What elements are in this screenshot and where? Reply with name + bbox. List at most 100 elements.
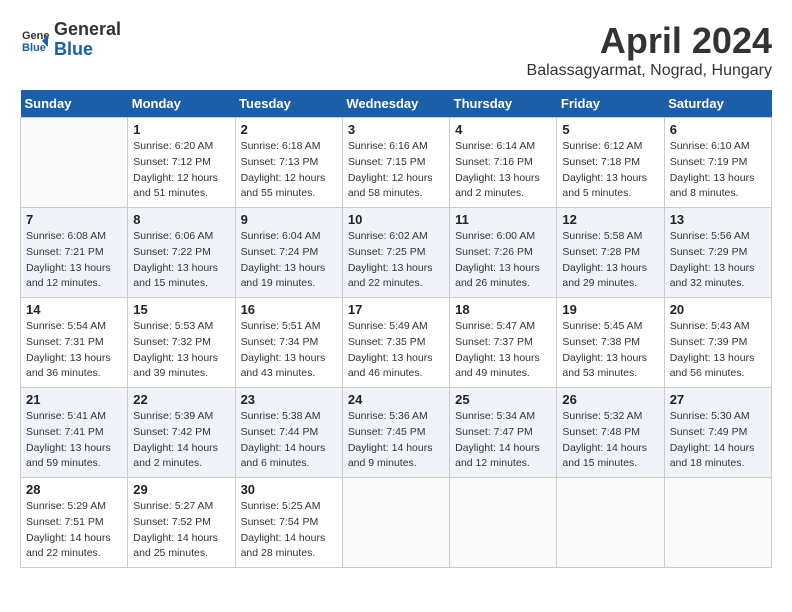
day-number: 30 [241,482,337,497]
day-info: Sunrise: 6:08 AMSunset: 7:21 PMDaylight:… [26,229,122,292]
day-number: 23 [241,392,337,407]
calendar-cell: 28 Sunrise: 5:29 AMSunset: 7:51 PMDayligh… [21,478,128,568]
day-number: 12 [562,212,658,227]
day-number: 10 [348,212,444,227]
day-info: Sunrise: 5:30 AMSunset: 7:49 PMDaylight:… [670,409,766,472]
day-info: Sunrise: 5:34 AMSunset: 7:47 PMDaylight:… [455,409,551,472]
day-number: 13 [670,212,766,227]
day-info: Sunrise: 5:36 AMSunset: 7:45 PMDaylight:… [348,409,444,472]
weekday-header-friday: Friday [557,90,664,118]
svg-text:Blue: Blue [22,42,46,54]
day-info: Sunrise: 5:47 AMSunset: 7:37 PMDaylight:… [455,319,551,382]
day-info: Sunrise: 5:49 AMSunset: 7:35 PMDaylight:… [348,319,444,382]
day-info: Sunrise: 5:53 AMSunset: 7:32 PMDaylight:… [133,319,229,382]
calendar-cell: 11 Sunrise: 6:00 AMSunset: 7:26 PMDayligh… [450,208,557,298]
day-info: Sunrise: 5:41 AMSunset: 7:41 PMDaylight:… [26,409,122,472]
day-number: 9 [241,212,337,227]
calendar-cell: 10 Sunrise: 6:02 AMSunset: 7:25 PMDayligh… [342,208,449,298]
weekday-header-sunday: Sunday [21,90,128,118]
day-number: 24 [348,392,444,407]
day-number: 17 [348,302,444,317]
calendar-cell: 16 Sunrise: 5:51 AMSunset: 7:34 PMDayligh… [235,298,342,388]
week-row-3: 14Sunrise: 5:54 AMSunset: 7:31 PMDayligh… [21,298,772,388]
day-number: 19 [562,302,658,317]
main-title: April 2024 [527,20,772,62]
calendar-cell: 12 Sunrise: 5:58 AMSunset: 7:28 PMDayligh… [557,208,664,298]
week-row-4: 21 Sunrise: 5:41 AMSunset: 7:41 PMDayligh… [21,388,772,478]
calendar-cell: 3Sunrise: 6:16 AMSunset: 7:15 PMDaylight… [342,118,449,208]
weekday-header-monday: Monday [128,90,235,118]
day-number: 29 [133,482,229,497]
calendar-cell: 8Sunrise: 6:06 AMSunset: 7:22 PMDaylight… [128,208,235,298]
calendar-cell: 9 Sunrise: 6:04 AMSunset: 7:24 PMDaylight… [235,208,342,298]
logo-general-text: General [54,20,121,40]
day-info: Sunrise: 6:06 AMSunset: 7:22 PMDaylight:… [133,229,229,292]
day-info: Sunrise: 6:00 AMSunset: 7:26 PMDaylight:… [455,229,551,292]
calendar-cell: 4 Sunrise: 6:14 AMSunset: 7:16 PMDaylight… [450,118,557,208]
day-number: 5 [562,122,658,137]
page-header: General Blue General Blue April 2024 Bal… [20,20,772,80]
weekday-header-row: SundayMondayTuesdayWednesdayThursdayFrid… [21,90,772,118]
day-number: 11 [455,212,551,227]
weekday-header-thursday: Thursday [450,90,557,118]
day-number: 4 [455,122,551,137]
day-number: 7 [26,212,122,227]
calendar-cell [450,478,557,568]
logo-blue-text: Blue [54,40,121,60]
day-info: Sunrise: 5:32 AMSunset: 7:48 PMDaylight:… [562,409,658,472]
calendar-cell [21,118,128,208]
day-info: Sunrise: 6:14 AMSunset: 7:16 PMDaylight:… [455,139,551,202]
day-number: 16 [241,302,337,317]
day-number: 28 [26,482,122,497]
day-number: 15 [133,302,229,317]
day-info: Sunrise: 5:51 AMSunset: 7:34 PMDaylight:… [241,319,337,382]
day-info: Sunrise: 5:29 AMSunset: 7:51 PMDaylight:… [26,499,122,562]
day-info: Sunrise: 6:18 AMSunset: 7:13 PMDaylight:… [241,139,337,202]
day-info: Sunrise: 6:12 AMSunset: 7:18 PMDaylight:… [562,139,658,202]
calendar-cell [664,478,771,568]
calendar-cell [342,478,449,568]
calendar-cell: 1Sunrise: 6:20 AMSunset: 7:12 PMDaylight… [128,118,235,208]
day-info: Sunrise: 5:58 AMSunset: 7:28 PMDaylight:… [562,229,658,292]
day-number: 6 [670,122,766,137]
title-section: April 2024 Balassagyarmat, Nograd, Hunga… [527,20,772,80]
calendar-cell: 17 Sunrise: 5:49 AMSunset: 7:35 PMDayligh… [342,298,449,388]
calendar-cell: 26 Sunrise: 5:32 AMSunset: 7:48 PMDayligh… [557,388,664,478]
week-row-2: 7 Sunrise: 6:08 AMSunset: 7:21 PMDaylight… [21,208,772,298]
calendar-cell: 15 Sunrise: 5:53 AMSunset: 7:32 PMDayligh… [128,298,235,388]
week-row-1: 1Sunrise: 6:20 AMSunset: 7:12 PMDaylight… [21,118,772,208]
day-number: 14 [26,302,122,317]
day-number: 25 [455,392,551,407]
day-info: Sunrise: 5:45 AMSunset: 7:38 PMDaylight:… [562,319,658,382]
day-number: 26 [562,392,658,407]
calendar-cell: 18 Sunrise: 5:47 AMSunset: 7:37 PMDayligh… [450,298,557,388]
day-info: Sunrise: 5:25 AMSunset: 7:54 PMDaylight:… [241,499,337,562]
day-info: Sunrise: 6:04 AMSunset: 7:24 PMDaylight:… [241,229,337,292]
calendar-cell: 7 Sunrise: 6:08 AMSunset: 7:21 PMDaylight… [21,208,128,298]
week-row-5: 28 Sunrise: 5:29 AMSunset: 7:51 PMDayligh… [21,478,772,568]
day-number: 18 [455,302,551,317]
calendar-cell: 13 Sunrise: 5:56 AMSunset: 7:29 PMDayligh… [664,208,771,298]
day-info: Sunrise: 6:10 AMSunset: 7:19 PMDaylight:… [670,139,766,202]
calendar-cell [557,478,664,568]
calendar-cell: 21 Sunrise: 5:41 AMSunset: 7:41 PMDayligh… [21,388,128,478]
calendar-cell: 20Sunrise: 5:43 AMSunset: 7:39 PMDayligh… [664,298,771,388]
day-info: Sunrise: 5:56 AMSunset: 7:29 PMDaylight:… [670,229,766,292]
day-number: 21 [26,392,122,407]
weekday-header-tuesday: Tuesday [235,90,342,118]
calendar-cell: 22Sunrise: 5:39 AMSunset: 7:42 PMDayligh… [128,388,235,478]
calendar-cell: 14Sunrise: 5:54 AMSunset: 7:31 PMDayligh… [21,298,128,388]
calendar-cell: 5 Sunrise: 6:12 AMSunset: 7:18 PMDaylight… [557,118,664,208]
day-number: 27 [670,392,766,407]
calendar-cell: 27 Sunrise: 5:30 AMSunset: 7:49 PMDayligh… [664,388,771,478]
day-info: Sunrise: 6:02 AMSunset: 7:25 PMDaylight:… [348,229,444,292]
logo-text: General Blue [54,20,121,60]
subtitle: Balassagyarmat, Nograd, Hungary [527,62,772,80]
day-info: Sunrise: 5:39 AMSunset: 7:42 PMDaylight:… [133,409,229,472]
logo-icon: General Blue [20,25,50,55]
calendar-cell: 25 Sunrise: 5:34 AMSunset: 7:47 PMDayligh… [450,388,557,478]
day-number: 1 [133,122,229,137]
day-number: 2 [241,122,337,137]
day-info: Sunrise: 6:16 AMSunset: 7:15 PMDaylight:… [348,139,444,202]
calendar-cell: 30 Sunrise: 5:25 AMSunset: 7:54 PMDayligh… [235,478,342,568]
